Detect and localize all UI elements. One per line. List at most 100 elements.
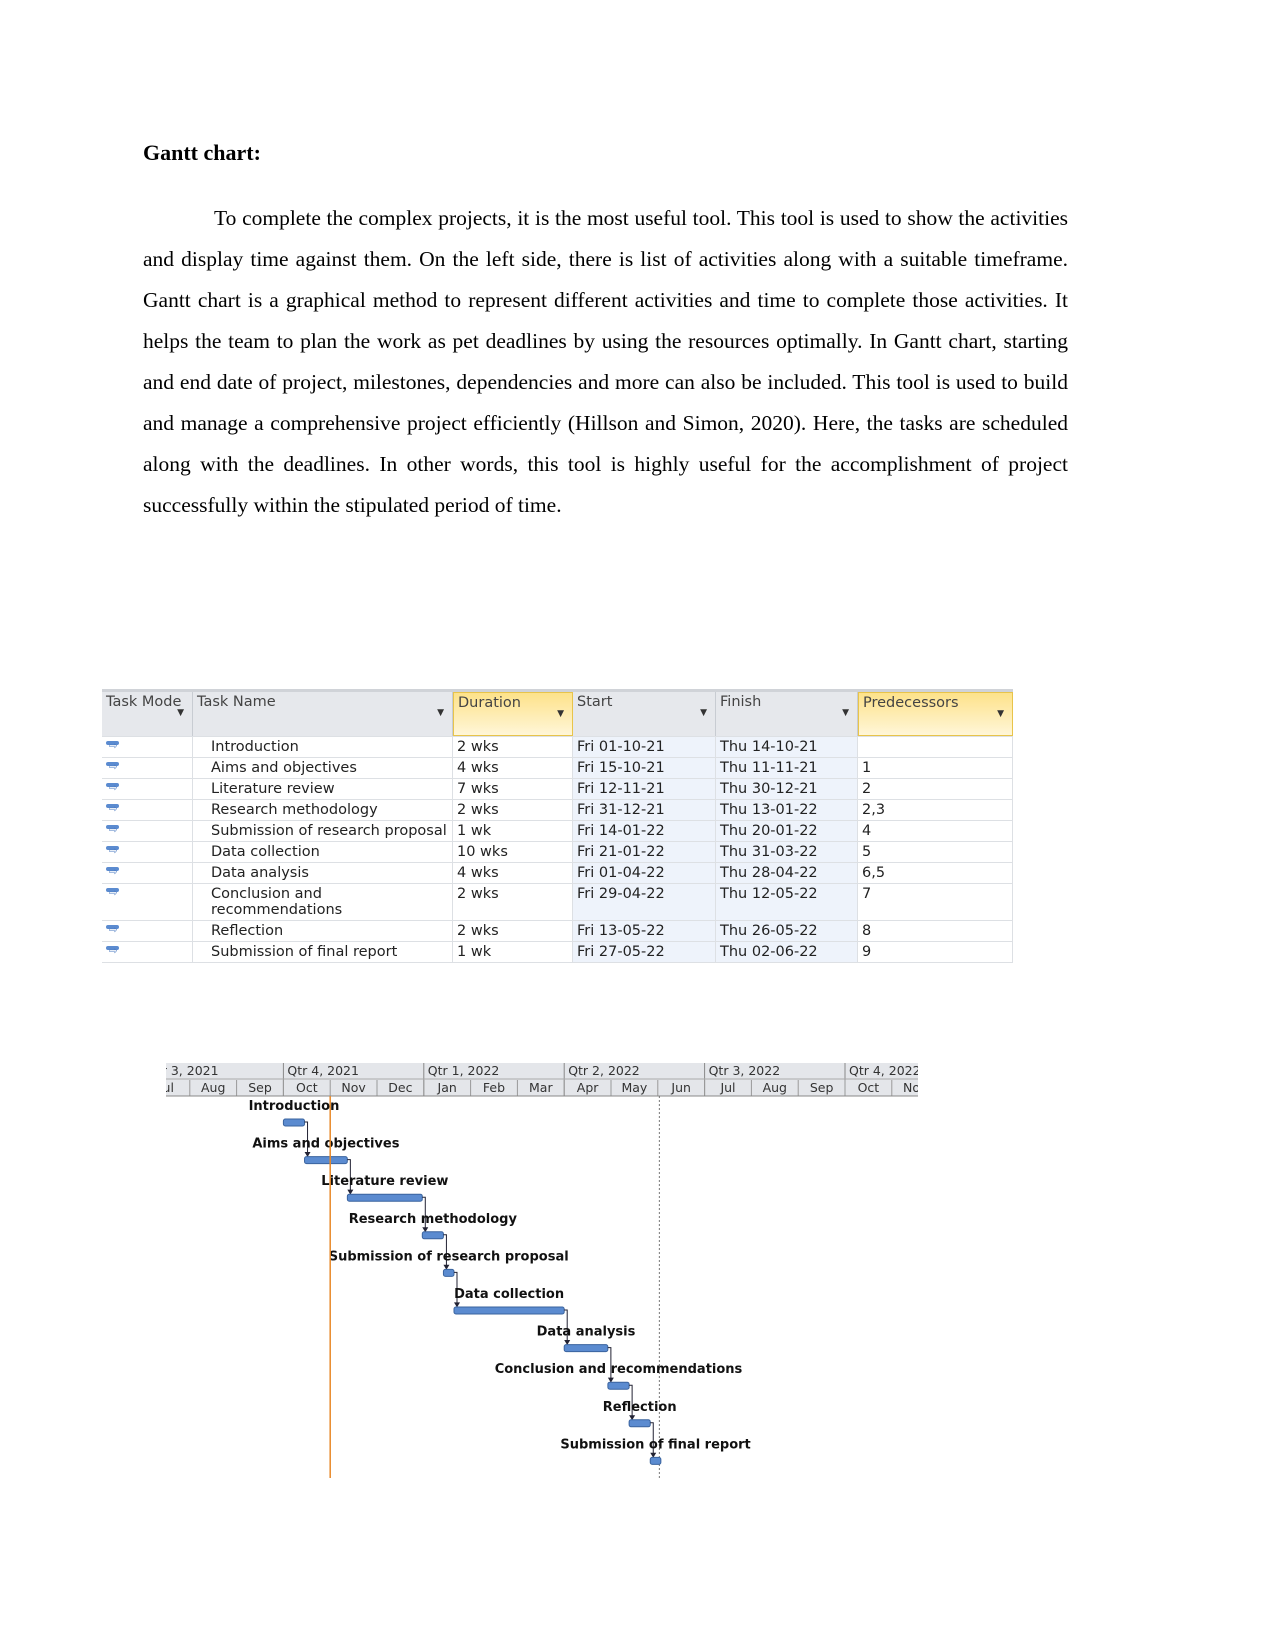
start-cell[interactable]: Fri 14-01-22 (573, 821, 716, 841)
auto-scheduled-icon (106, 825, 120, 836)
task-table: Task Mode ▼ Task Name ▼ Duration ▼ Start ▼ F… (102, 689, 1013, 963)
start-cell[interactable]: Fri 01-10-21 (573, 737, 716, 757)
task-bar[interactable] (304, 1156, 348, 1165)
dependency-arrow (422, 1196, 426, 1232)
month-label: Apr (577, 1080, 599, 1095)
task-name-cell[interactable]: Aims and objectives (193, 758, 453, 778)
task-name-cell[interactable]: Data analysis (193, 863, 453, 883)
task-name-cell[interactable]: Conclusion and recommendations (193, 884, 453, 920)
table-header: Task Mode ▼ Task Name ▼ Duration ▼ Start ▼ F… (102, 692, 1013, 737)
task-name-cell[interactable]: Literature review (193, 779, 453, 799)
task-name-cell[interactable]: Submission of research proposal (193, 821, 453, 841)
duration-cell[interactable]: 2 wks (453, 921, 573, 941)
start-cell[interactable]: Fri 29-04-22 (573, 884, 716, 920)
month-label: May (621, 1080, 647, 1095)
dependency-arrow (453, 1271, 458, 1307)
table-row[interactable]: Literature review7 wksFri 12-11-21Thu 30… (102, 779, 1013, 800)
start-cell[interactable]: Fri 27-05-22 (573, 942, 716, 962)
task-bar[interactable] (649, 1456, 662, 1465)
finish-cell[interactable]: Thu 02-06-22 (716, 942, 858, 962)
task-bar[interactable] (453, 1306, 565, 1315)
duration-cell[interactable]: 2 wks (453, 884, 573, 920)
finish-cell[interactable]: Thu 28-04-22 (716, 863, 858, 883)
dropdown-arrow-icon[interactable]: ▼ (700, 708, 707, 718)
timescale-background (166, 1063, 918, 1096)
finish-cell[interactable]: Thu 20-01-22 (716, 821, 858, 841)
finish-cell[interactable]: Thu 26-05-22 (716, 921, 858, 941)
duration-cell[interactable]: 1 wk (453, 821, 573, 841)
start-cell[interactable]: Fri 01-04-22 (573, 863, 716, 883)
finish-cell[interactable]: Thu 13-01-22 (716, 800, 858, 820)
body-paragraph: To complete the complex projects, it is … (143, 206, 1068, 517)
dropdown-arrow-icon[interactable]: ▼ (997, 709, 1004, 719)
task-mode-cell (102, 800, 193, 820)
finish-cell[interactable]: Thu 30-12-21 (716, 779, 858, 799)
duration-cell[interactable]: 1 wk (453, 942, 573, 962)
predecessors-cell[interactable]: 7 (858, 884, 1013, 920)
duration-cell[interactable]: 7 wks (453, 779, 573, 799)
task-bar[interactable] (442, 1268, 455, 1277)
dropdown-arrow-icon[interactable]: ▼ (557, 709, 564, 719)
duration-cell[interactable]: 4 wks (453, 758, 573, 778)
task-name-cell[interactable]: Research methodology (193, 800, 453, 820)
task-name-cell[interactable]: Submission of final report (193, 942, 453, 962)
predecessors-cell[interactable]: 6,5 (858, 863, 1013, 883)
task-bar[interactable] (607, 1381, 630, 1390)
task-name-cell[interactable]: Reflection (193, 921, 453, 941)
predecessors-cell[interactable]: 2 (858, 779, 1013, 799)
table-row[interactable]: Aims and objectives4 wksFri 15-10-21Thu … (102, 758, 1013, 779)
task-bar-label: Submission of research proposal (329, 1249, 569, 1264)
task-bar-label: Introduction (249, 1099, 340, 1114)
start-cell[interactable]: Fri 15-10-21 (573, 758, 716, 778)
header-task-name[interactable]: Task Name ▼ (193, 692, 453, 736)
dependency-arrow (607, 1347, 612, 1382)
task-name-cell[interactable]: Data collection (193, 842, 453, 862)
header-start[interactable]: Start ▼ (573, 692, 716, 736)
table-row[interactable]: Submission of final report1 wkFri 27-05-… (102, 942, 1013, 963)
auto-scheduled-icon (106, 804, 120, 815)
start-cell[interactable]: Fri 13-05-22 (573, 921, 716, 941)
predecessors-cell[interactable]: 2,3 (858, 800, 1013, 820)
finish-cell[interactable]: Thu 12-05-22 (716, 884, 858, 920)
predecessors-cell[interactable]: 8 (858, 921, 1013, 941)
duration-cell[interactable]: 2 wks (453, 737, 573, 757)
header-predecessors[interactable]: Predecessors ▼ (858, 692, 1013, 736)
dropdown-arrow-icon[interactable]: ▼ (842, 708, 849, 718)
finish-cell[interactable]: Thu 31-03-22 (716, 842, 858, 862)
header-duration[interactable]: Duration ▼ (453, 692, 573, 736)
predecessors-cell[interactable]: 1 (858, 758, 1013, 778)
finish-cell[interactable]: Thu 11-11-21 (716, 758, 858, 778)
header-task-mode[interactable]: Task Mode ▼ (102, 692, 193, 736)
predecessors-cell[interactable]: 9 (858, 942, 1013, 962)
start-cell[interactable]: Fri 12-11-21 (573, 779, 716, 799)
duration-cell[interactable]: 2 wks (453, 800, 573, 820)
task-bar-label: Data collection (454, 1287, 564, 1302)
table-row[interactable]: Research methodology2 wksFri 31-12-21Thu… (102, 800, 1013, 821)
predecessors-cell[interactable] (858, 737, 1013, 757)
start-cell[interactable]: Fri 21-01-22 (573, 842, 716, 862)
task-bar[interactable] (282, 1118, 306, 1127)
task-bar[interactable] (346, 1193, 423, 1202)
predecessors-cell[interactable]: 4 (858, 821, 1013, 841)
header-finish[interactable]: Finish ▼ (716, 692, 858, 736)
predecessors-cell[interactable]: 5 (858, 842, 1013, 862)
duration-cell[interactable]: 4 wks (453, 863, 573, 883)
task-mode-cell (102, 842, 193, 862)
dependency-arrowhead (422, 1227, 429, 1233)
dropdown-arrow-icon[interactable]: ▼ (437, 708, 444, 718)
table-row[interactable]: Reflection2 wksFri 13-05-22Thu 26-05-228 (102, 921, 1013, 942)
table-row[interactable]: Conclusion and recommendations2 wksFri 2… (102, 884, 1013, 921)
start-cell[interactable]: Fri 31-12-21 (573, 800, 716, 820)
finish-cell[interactable]: Thu 14-10-21 (716, 737, 858, 757)
task-name-cell[interactable]: Introduction (193, 737, 453, 757)
task-bar[interactable] (421, 1231, 444, 1240)
table-row[interactable]: Data collection10 wksFri 21-01-22Thu 31-… (102, 842, 1013, 863)
task-bar[interactable] (628, 1419, 651, 1428)
duration-cell[interactable]: 10 wks (453, 842, 573, 862)
table-row[interactable]: Introduction2 wksFri 01-10-21Thu 14-10-2… (102, 737, 1013, 758)
dropdown-arrow-icon[interactable]: ▼ (177, 708, 184, 718)
table-row[interactable]: Data analysis4 wksFri 01-04-22Thu 28-04-… (102, 863, 1013, 884)
month-label: Nov (903, 1080, 928, 1095)
table-row[interactable]: Submission of research proposal1 wkFri 1… (102, 821, 1013, 842)
task-bar[interactable] (563, 1344, 609, 1353)
